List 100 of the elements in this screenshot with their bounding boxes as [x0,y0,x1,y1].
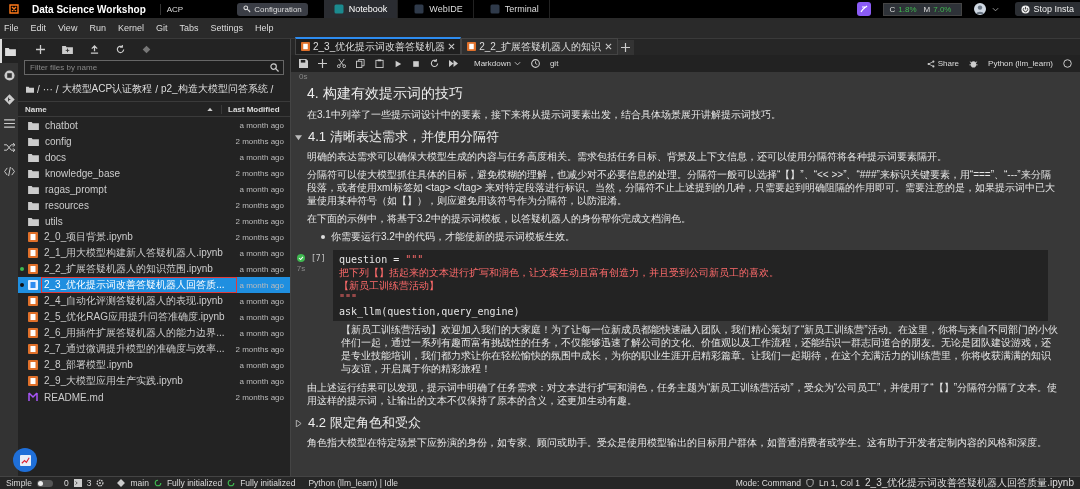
collapse-caret-icon[interactable] [295,419,302,427]
upload-icon[interactable] [90,45,99,54]
memory-label: M [923,4,931,14]
file-row[interactable]: 2_7_通过微调提升模型的准确度与效率... 2 months ago [18,341,290,357]
new-folder-icon[interactable] [62,45,73,54]
key-icon [243,5,252,13]
modified-time: a month ago [239,264,284,274]
filter-field[interactable]: Filter files by name [24,60,284,75]
sort-arrow-icon[interactable] [207,107,213,111]
share-icon [926,59,935,68]
chevron-down-icon [513,60,521,67]
share-button[interactable]: Share [926,59,960,68]
menu-item[interactable]: Help [255,23,274,33]
cell-output: 【新员工训练营活动】欢迎加入我们的大家庭！为了让每一位新成员都能快速融入团队，我们精心策划了“新员工训练营”活动。在这里，你将与来自不同部门的小伙伴们一起，通过一系列有趣而富有挑战性的任务，不仅能够迅速了解公司的文化、价值观以及工作流程，还能结识一群志同道合的朋友。无论是团队建设游戏，还是专业技能培训，我们都力求让你在轻松愉快的氛围中成长，为你的职业生涯开启精彩篇章。让我们一起期待，在这个充满活力的训练营里，你将收获满满的知识与友谊，开启属于你的精彩旅程！ [341,323,1059,375]
plus-icon[interactable] [318,59,327,68]
breadcrumb-item[interactable]: p2_构造大模型问答系统 [160,82,268,96]
column-header[interactable]: Last Modified [221,104,290,114]
avatar-icon[interactable] [974,3,987,15]
path-separator: / [155,83,158,95]
workspace-name: ACP [166,4,184,14]
configuration-button[interactable]: Configuration [237,2,308,16]
menu-item[interactable]: Tabs [179,23,199,33]
assistant-icon[interactable] [856,2,871,16]
kernel-name[interactable]: Python (llm_learn) [988,59,1053,68]
kernel-status[interactable]: Python (llm_learn) | Idle [308,478,399,488]
stop-icon[interactable] [412,59,420,68]
editor-tab[interactable]: 2_3_优化提示词改善答疑机器 [295,37,462,55]
modified-time: 2 months ago [235,168,284,178]
subsection-heading: 4.1 清晰表达需求，并使用分隔符 [308,128,499,146]
menu-item[interactable]: View [58,23,78,33]
execution-time: 0s [299,72,308,81]
file-row[interactable]: 2_1_用大模型构建新人答疑机器人.ipynb a month ago [18,245,290,261]
gear-icon[interactable] [96,479,105,487]
section-heading: 4. 构建有效提示词的技巧 [307,85,463,103]
modified-time: a month ago [239,120,284,130]
close-icon[interactable] [448,43,456,50]
workspace-tab[interactable]: Notebook [323,0,399,18]
plus-icon[interactable] [36,45,45,54]
code-editor[interactable]: question = """ 把下列【】括起来的文本进行扩写和润色，让文案生动且富有创造力，并且受到公司新员工的喜欢。 【新员工训练营活动】 """ ask_llm(question,query_engine) [333,250,1048,321]
menu-item[interactable]: Run [89,23,106,33]
lsp-status: Fully initialized [240,478,296,488]
file-row[interactable]: README.md 2 months ago [18,389,290,405]
menu-item[interactable]: Edit [30,23,47,33]
chart-icon [19,454,31,466]
folder-icon[interactable] [26,85,34,93]
terminal-icon[interactable] [73,479,82,487]
save-icon[interactable] [299,59,308,68]
file-name: chatbot [44,119,79,131]
file-row[interactable]: 2_2_扩展答疑机器人的知识范围.ipynb a month ago [18,261,290,277]
fast-forward-icon[interactable] [449,59,458,68]
file-path: 2_3_优化提示词改善答疑机器人回答质量.ipynb [865,477,1074,489]
cell-type-dropdown[interactable]: Markdown [474,59,521,68]
search-icon [270,63,279,72]
file-row[interactable]: 2_0_项目背景.ipynb 2 months ago [18,229,290,245]
file-row[interactable]: 2_8_部署模型.ipynb a month ago [18,357,290,373]
file-row[interactable]: docs a month ago [18,149,290,165]
file-row[interactable]: 2_6_用插件扩展答疑机器人的能力边界... a month ago [18,325,290,341]
stop-instance-button[interactable]: Stop Insta [1015,2,1080,16]
clock-icon[interactable] [530,59,540,68]
menu-item[interactable]: Git [155,23,168,33]
file-row[interactable]: 2_4_自动化评测答疑机器人的表现.ipynb a month ago [18,293,290,309]
file-row[interactable]: 2_9_大模型应用生产实践.ipynb a month ago [18,373,290,389]
file-row[interactable]: knowledge_base 2 months ago [18,165,290,181]
app-icon [489,4,500,14]
collapse-caret-icon[interactable] [295,133,302,141]
paste-icon[interactable] [375,59,384,68]
file-row[interactable]: utils 2 months ago [18,213,290,229]
activity-tab[interactable] [0,39,18,63]
file-row[interactable]: config 2 months ago [18,133,290,149]
file-name: utils [44,215,64,227]
column-header[interactable]: Name [25,104,207,114]
file-name: resources [44,199,90,211]
file-row[interactable]: resources 2 months ago [18,197,290,213]
close-icon[interactable] [604,43,612,50]
file-name: 2_3_优化提示词改善答疑机器人回答质... [42,278,236,292]
list-icon [3,118,15,128]
restart-icon[interactable] [430,59,439,68]
cut-icon[interactable] [337,59,346,68]
bug-icon[interactable] [969,59,979,68]
copy-icon[interactable] [356,59,365,68]
simple-mode-toggle[interactable] [37,479,53,487]
modified-time: a month ago [239,328,284,338]
menu-item[interactable]: Kernel [117,23,144,33]
file-row[interactable]: 2_5_优化RAG应用提升问答准确度.ipynb a month ago [18,309,290,325]
git-branch[interactable]: main [130,478,149,488]
git-button[interactable]: git [549,59,559,68]
editor-tab[interactable]: 2_2_扩展答疑机器人的知识 [461,38,618,55]
chevron-down-icon[interactable] [992,5,1000,13]
sync-icon [153,479,162,487]
file-row[interactable]: ragas_prompt a month ago [18,181,290,197]
menu-item[interactable]: File [4,23,19,33]
file-row[interactable]: chatbot a month ago [18,117,290,133]
refresh-icon[interactable] [116,45,125,54]
breadcrumb-item[interactable]: 大模型ACP认证教程 [61,82,153,96]
play-icon[interactable] [394,59,402,68]
menu-item[interactable]: Settings [210,23,243,33]
git-icon[interactable] [117,479,126,487]
folder-icon [28,120,39,130]
breadcrumb-item[interactable]: ··· [42,83,53,95]
git-clone-icon[interactable] [142,45,151,54]
